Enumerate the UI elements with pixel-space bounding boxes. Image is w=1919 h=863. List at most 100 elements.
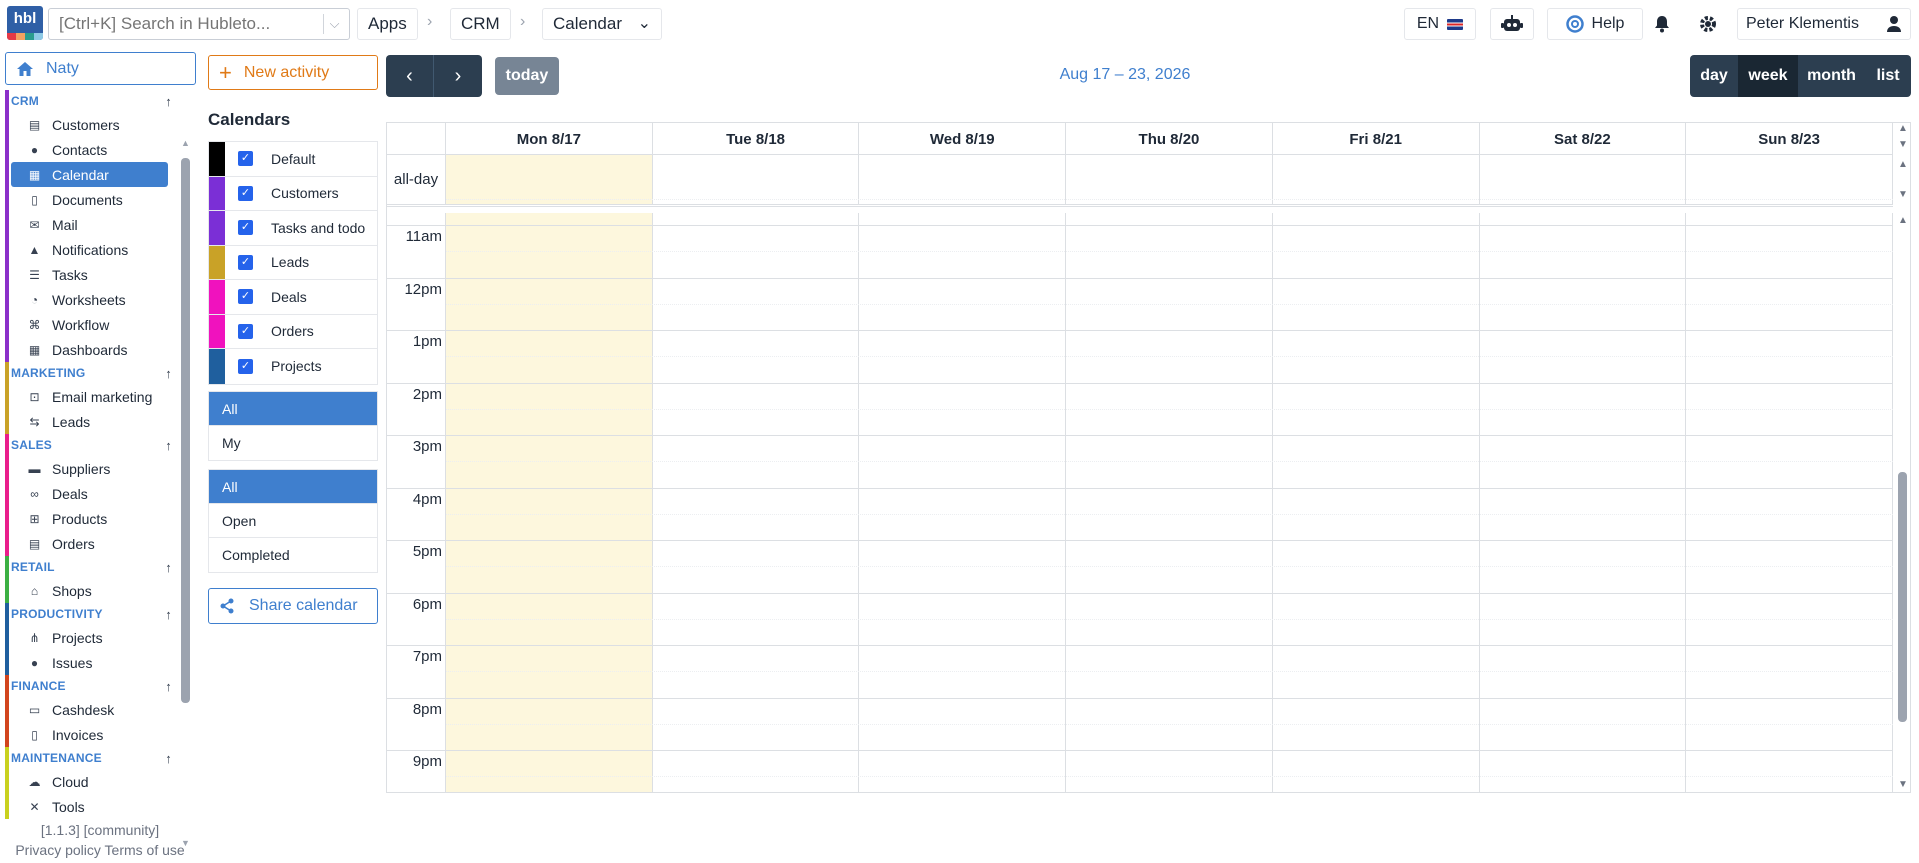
calendar-item[interactable]: ✓ Projects [209, 349, 377, 384]
sidebar-item-dashboards[interactable]: ▦ Dashboards [11, 337, 168, 362]
all-day-cell[interactable] [1686, 155, 1893, 204]
sidebar-item-leads[interactable]: ⇆ Leads [11, 409, 168, 434]
day-header[interactable]: Sun 8/23 [1686, 123, 1893, 155]
day-column[interactable] [1480, 213, 1687, 792]
all-day-cell[interactable] [446, 155, 653, 204]
scroll-up-icon[interactable]: ▲ [1898, 123, 1908, 134]
all-day-cell[interactable] [1273, 155, 1480, 204]
scroll-up-icon[interactable]: ▲ [1898, 215, 1908, 226]
day-header[interactable]: Fri 8/21 [1273, 123, 1480, 155]
calendar-checkbox[interactable]: ✓ [238, 289, 253, 305]
privacy-policy-link[interactable]: Privacy policy [15, 842, 101, 858]
scroll-down-icon[interactable]: ▼ [1898, 189, 1908, 200]
owner-filter-my[interactable]: My [209, 426, 377, 460]
previous-period-button[interactable]: ‹ [386, 55, 434, 97]
collapse-arrow-icon[interactable]: ↑ [165, 560, 172, 575]
view-list-button[interactable]: list [1865, 55, 1911, 97]
scroll-down-icon[interactable]: ▼ [1898, 779, 1908, 790]
collapse-arrow-icon[interactable]: ↑ [165, 679, 172, 694]
chevron-down-icon[interactable]: ⌵ [323, 14, 345, 34]
sidebar-item-workflow[interactable]: ⌘ Workflow [11, 312, 168, 337]
scroll-up-icon[interactable]: ▲ [1898, 159, 1908, 170]
breadcrumb-crm[interactable]: CRM [450, 8, 511, 40]
calendar-item[interactable]: ✓ Default [209, 142, 377, 177]
sidebar-section-header[interactable]: SALES ↑ [11, 434, 178, 456]
calendar-checkbox[interactable]: ✓ [238, 220, 253, 236]
search-input[interactable] [59, 14, 314, 34]
sidebar-item-tools[interactable]: ✕ Tools [11, 794, 168, 819]
status-filter-completed[interactable]: Completed [209, 538, 377, 572]
calendar-item[interactable]: ✓ Tasks and todo [209, 211, 377, 246]
scroll-up-icon[interactable]: ▲ [181, 138, 190, 148]
calendar-item[interactable]: ✓ Customers [209, 176, 377, 211]
workspace-user-pill[interactable]: Naty [5, 52, 196, 85]
collapse-arrow-icon[interactable]: ↑ [165, 607, 172, 622]
global-search[interactable]: ⌵ [48, 8, 350, 40]
day-header[interactable]: Thu 8/20 [1066, 123, 1273, 155]
day-header[interactable]: Mon 8/17 [446, 123, 653, 155]
help-button[interactable]: Help [1547, 8, 1643, 40]
sidebar-item-tasks[interactable]: ☰ Tasks [11, 262, 168, 287]
sidebar-item-worksheets[interactable]: ◔ Worksheets [11, 287, 168, 312]
status-filter-open[interactable]: Open [209, 504, 377, 538]
scrollbar-thumb[interactable] [181, 158, 190, 703]
calendar-item[interactable]: ✓ Leads [209, 245, 377, 280]
calendar-item[interactable]: ✓ Orders [209, 314, 377, 349]
day-column[interactable] [1273, 213, 1480, 792]
terms-of-use-link[interactable]: Terms of use [105, 842, 185, 858]
day-column[interactable] [446, 213, 653, 792]
collapse-arrow-icon[interactable]: ↑ [165, 751, 172, 766]
day-column[interactable] [1686, 213, 1893, 792]
calendar-checkbox[interactable]: ✓ [238, 151, 253, 167]
sidebar-scrollbar[interactable]: ▲ ▼ [181, 138, 190, 852]
collapse-arrow-icon[interactable]: ↑ [165, 366, 172, 381]
calendar-checkbox[interactable]: ✓ [238, 185, 253, 201]
calendar-checkbox[interactable]: ✓ [238, 323, 253, 339]
all-day-cell[interactable] [653, 155, 860, 204]
view-month-button[interactable]: month [1798, 55, 1865, 97]
day-column[interactable] [653, 213, 860, 792]
sidebar-section-header[interactable]: FINANCE ↑ [11, 675, 178, 697]
ai-assistant-button[interactable] [1490, 8, 1534, 40]
today-button[interactable]: today [495, 57, 559, 95]
sidebar-section-header[interactable]: CRM ↑ [11, 90, 178, 112]
sidebar-item-issues[interactable]: ● Issues [11, 650, 168, 675]
day-column[interactable] [859, 213, 1067, 792]
calendar-checkbox[interactable]: ✓ [238, 358, 253, 374]
day-header[interactable]: Wed 8/19 [859, 123, 1067, 155]
sidebar-item-suppliers[interactable]: ▬ Suppliers [11, 456, 168, 481]
sidebar-section-header[interactable]: PRODUCTIVITY ↑ [11, 603, 178, 625]
sidebar-item-deals[interactable]: ∞ Deals [11, 481, 168, 506]
sidebar-item-cloud[interactable]: ☁ Cloud [11, 769, 168, 794]
calendar-scrollbar[interactable]: ▲ ▼ ▲ ▼ ▲ ▼ [1895, 123, 1910, 792]
sidebar-item-customers[interactable]: ▤ Customers [11, 112, 168, 137]
language-selector[interactable]: EN [1404, 8, 1476, 40]
all-day-cell[interactable] [1066, 155, 1273, 204]
breadcrumb-calendar[interactable]: Calendar ⌄ [542, 8, 662, 40]
sidebar-item-calendar[interactable]: ▦ Calendar [11, 162, 168, 187]
sidebar-item-products[interactable]: ⊞ Products [11, 506, 168, 531]
day-header[interactable]: Sat 8/22 [1480, 123, 1687, 155]
share-calendar-button[interactable]: Share calendar [208, 588, 378, 624]
sidebar-item-projects[interactable]: ⋔ Projects [11, 625, 168, 650]
collapse-arrow-icon[interactable]: ↑ [165, 438, 172, 453]
sidebar-item-notifications[interactable]: ▲ Notifications [11, 237, 168, 262]
sidebar-item-contacts[interactable]: ● Contacts [11, 137, 168, 162]
sidebar-item-invoices[interactable]: ▯ Invoices [11, 722, 168, 747]
day-column[interactable] [1066, 213, 1273, 792]
scrollbar-thumb[interactable] [1898, 472, 1907, 722]
sidebar-section-header[interactable]: RETAIL ↑ [11, 556, 178, 578]
scroll-down-icon[interactable]: ▼ [1898, 139, 1908, 150]
sidebar-item-shops[interactable]: ⌂ Shops [11, 578, 168, 603]
calendar-item[interactable]: ✓ Deals [209, 280, 377, 315]
collapse-arrow-icon[interactable]: ↑ [165, 94, 172, 109]
notifications-button[interactable] [1650, 8, 1674, 40]
new-activity-button[interactable]: + New activity [208, 55, 378, 90]
view-week-button[interactable]: week [1738, 55, 1798, 97]
day-header[interactable]: Tue 8/18 [653, 123, 860, 155]
all-day-cell[interactable] [859, 155, 1067, 204]
owner-filter-all[interactable]: All [209, 392, 377, 426]
status-filter-all[interactable]: All [209, 470, 377, 504]
view-day-button[interactable]: day [1690, 55, 1738, 97]
sidebar-section-header[interactable]: MARKETING ↑ [11, 362, 178, 384]
